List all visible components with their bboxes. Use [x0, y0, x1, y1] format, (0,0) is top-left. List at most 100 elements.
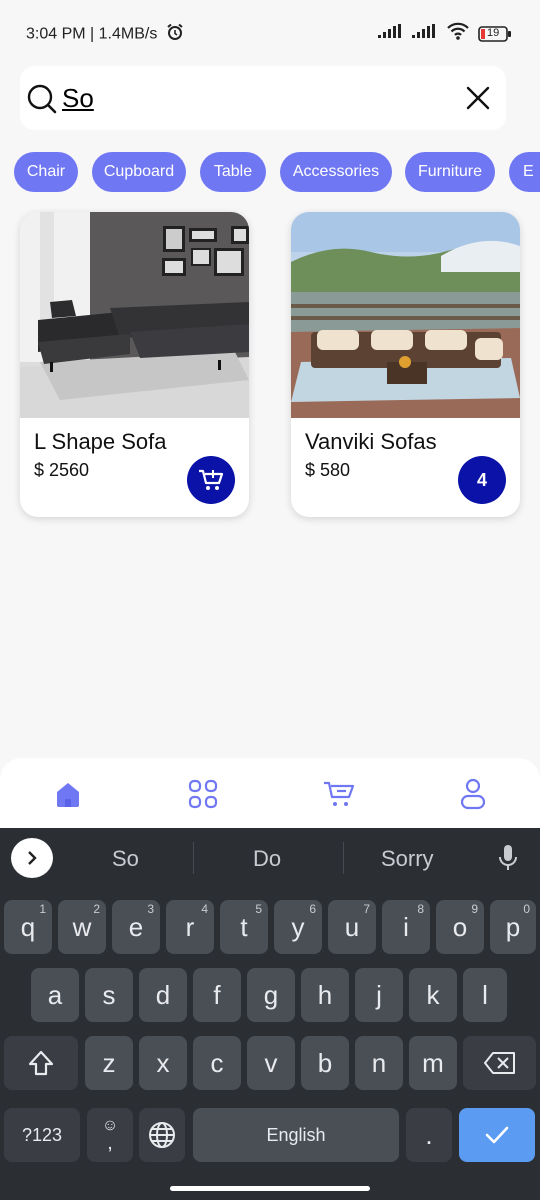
key-t[interactable]: 5t [220, 900, 268, 954]
key-hint: 3 [147, 902, 154, 916]
status-time: 3:04 PM | 1.4MB/s [26, 23, 184, 46]
key-g[interactable]: g [247, 968, 295, 1022]
wifi-icon [446, 22, 470, 45]
key-f[interactable]: f [193, 968, 241, 1022]
key-o[interactable]: 9o [436, 900, 484, 954]
mic-icon[interactable] [498, 844, 518, 877]
add-to-cart-button[interactable] [187, 456, 235, 504]
chip-table[interactable]: Table [200, 152, 266, 192]
close-icon [466, 86, 490, 110]
key-z[interactable]: z [85, 1036, 133, 1090]
nav-profile[interactable] [455, 776, 491, 812]
product-card[interactable]: L Shape Sofa $ 2560 [20, 212, 249, 517]
key-n[interactable]: n [355, 1036, 403, 1090]
key-label: i [403, 911, 409, 942]
nav-home[interactable] [50, 776, 86, 812]
key-label: t [240, 911, 248, 942]
key-hint: 5 [255, 902, 262, 916]
key-k[interactable]: k [409, 968, 457, 1022]
product-card[interactable]: Vanviki Sofas $ 580 4 [291, 212, 520, 517]
key-label: n [371, 1047, 387, 1078]
language-key[interactable] [139, 1108, 185, 1162]
key-hint: 7 [363, 902, 370, 916]
key-label: h [317, 979, 333, 1010]
checkmark-icon [485, 1126, 509, 1144]
chip-e[interactable]: E [509, 152, 540, 192]
key-label: y [291, 911, 305, 942]
product-image [291, 212, 520, 418]
key-a[interactable]: a [31, 968, 79, 1022]
category-chips: Chair Cupboard Table Accessories Furnitu… [0, 152, 540, 192]
signal-icon [378, 24, 404, 43]
clear-search-button[interactable] [464, 84, 492, 112]
status-icons: 19 [378, 22, 512, 45]
key-label: ?123 [21, 1124, 63, 1145]
key-v[interactable]: v [247, 1036, 295, 1090]
key-u[interactable]: 7u [328, 900, 376, 954]
chip-chair[interactable]: Chair [14, 152, 78, 192]
globe-icon [149, 1122, 175, 1148]
key-d[interactable]: d [139, 968, 187, 1022]
key-label: x [156, 1047, 170, 1078]
home-icon [57, 783, 79, 807]
chip-accessories[interactable]: Accessories [280, 152, 392, 192]
search-icon [26, 83, 58, 120]
key-label: g [263, 979, 279, 1010]
chip-furniture[interactable]: Furniture [405, 152, 495, 192]
expand-suggestions-button[interactable] [11, 838, 53, 878]
key-r[interactable]: 4r [166, 900, 214, 954]
key-i[interactable]: 8i [382, 900, 430, 954]
key-label: a [47, 979, 63, 1010]
key-label: r [185, 911, 195, 942]
key-e[interactable]: 3e [112, 900, 160, 954]
profile-icon [460, 778, 486, 810]
cart-quantity-badge[interactable]: 4 [458, 456, 506, 504]
suggestion[interactable]: Do [253, 846, 281, 872]
key-label: s [102, 979, 116, 1010]
cart-icon [324, 781, 355, 806]
key-q[interactable]: 1q [4, 900, 52, 954]
product-price: $ 580 [305, 460, 351, 480]
shift-key[interactable] [4, 1036, 78, 1090]
nav-categories[interactable] [185, 776, 221, 812]
key-c[interactable]: c [193, 1036, 241, 1090]
key-label: o [452, 911, 468, 942]
key-p[interactable]: 0p [490, 900, 536, 954]
suggestion-divider [343, 842, 344, 874]
backspace-key[interactable] [463, 1036, 536, 1090]
cart-quantity: 4 [476, 469, 487, 490]
key-label: j [376, 979, 382, 1010]
symbols-key[interactable]: ?123 [4, 1108, 80, 1162]
nav-cart[interactable] [321, 776, 357, 812]
key-label: v [264, 1047, 278, 1078]
key-m[interactable]: m [409, 1036, 457, 1090]
key-label: d [155, 979, 171, 1010]
emoji-comma-key[interactable]: ☺ , [87, 1108, 133, 1162]
grid-icon [188, 779, 218, 809]
product-image [20, 212, 249, 418]
search-input[interactable] [62, 80, 442, 116]
key-j[interactable]: j [355, 968, 403, 1022]
key-y[interactable]: 6y [274, 900, 322, 954]
key-label: p [505, 911, 521, 942]
key-hint: 8 [417, 902, 424, 916]
product-price: $ 2560 [34, 460, 90, 480]
chip-cupboard[interactable]: Cupboard [92, 152, 186, 192]
suggestion[interactable]: Sorry [381, 846, 434, 872]
key-x[interactable]: x [139, 1036, 187, 1090]
key-hint: 1 [39, 902, 46, 916]
suggestion[interactable]: So [112, 846, 139, 872]
cart-plus-icon [199, 469, 224, 490]
key-h[interactable]: h [301, 968, 349, 1022]
key-label: , [107, 1132, 113, 1154]
enter-key[interactable] [459, 1108, 535, 1162]
key-label: . [425, 1119, 433, 1150]
key-s[interactable]: s [85, 968, 133, 1022]
product-name: Vanviki Sofas [305, 429, 437, 454]
key-label: u [344, 911, 360, 942]
key-l[interactable]: l [463, 968, 507, 1022]
key-w[interactable]: 2w [58, 900, 106, 954]
key-b[interactable]: b [301, 1036, 349, 1090]
period-key[interactable]: . [406, 1108, 452, 1162]
space-key[interactable]: English [193, 1108, 399, 1162]
